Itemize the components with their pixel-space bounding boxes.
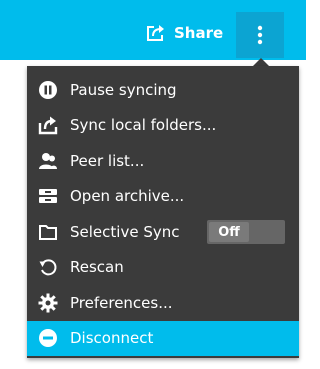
menu-item-disconnect[interactable]: Disconnect	[27, 320, 299, 356]
toggle-state-label: Off	[209, 222, 249, 242]
menu-item-label: Disconnect	[70, 329, 154, 348]
disconnect-icon	[37, 327, 59, 349]
menu-item-rescan[interactable]: Rescan	[27, 250, 299, 286]
menu-item-label: Sync local folders...	[70, 116, 217, 135]
menu-item-label: Preferences...	[70, 293, 173, 312]
pause-icon	[37, 79, 59, 101]
share-icon	[147, 25, 164, 41]
menu-item-label: Pause syncing	[70, 80, 177, 99]
folder-icon	[37, 221, 59, 243]
menu-item-peer-list[interactable]: Peer list...	[27, 143, 299, 179]
top-bar: Share	[0, 0, 306, 60]
menu-item-selective-sync[interactable]: Selective Sync Off	[27, 214, 299, 250]
menu-item-pause-syncing[interactable]: Pause syncing	[27, 72, 299, 108]
gear-icon	[37, 292, 59, 314]
selective-sync-toggle[interactable]: Off	[207, 220, 285, 244]
share-label: Share	[174, 24, 224, 42]
peers-icon	[37, 150, 59, 172]
archive-icon	[37, 185, 59, 207]
more-options-button[interactable]	[236, 12, 284, 58]
menu-item-label: Open archive...	[70, 187, 185, 206]
menu-item-label: Selective Sync	[70, 222, 180, 241]
menu-item-label: Peer list...	[70, 151, 145, 170]
menu-item-open-archive[interactable]: Open archive...	[27, 179, 299, 215]
rescan-icon	[37, 256, 59, 278]
menu-caret	[253, 58, 269, 66]
dropdown-menu: Pause syncing Sync local folders... Peer…	[27, 66, 299, 358]
menu-item-preferences[interactable]: Preferences...	[27, 285, 299, 321]
upload-folder-icon	[37, 114, 59, 136]
vertical-ellipsis-icon	[257, 25, 263, 45]
menu-item-label: Rescan	[70, 258, 124, 277]
share-button[interactable]: Share	[146, 18, 223, 48]
menu-item-sync-local-folders[interactable]: Sync local folders...	[27, 108, 299, 144]
